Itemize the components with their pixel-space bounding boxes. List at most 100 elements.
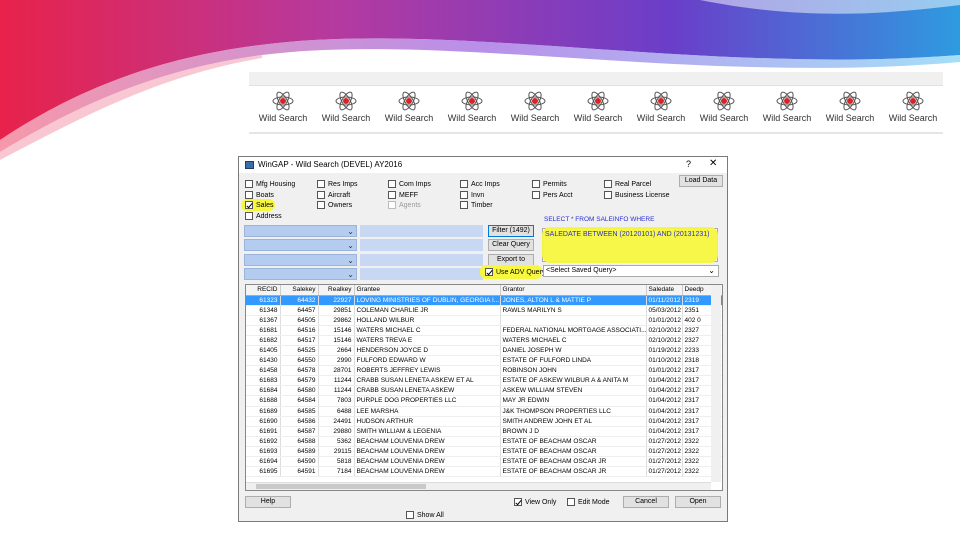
table-row[interactable]: 61694 64590 5818 BEACHAM LOUVENIA DREW ESTAT… [246, 456, 722, 468]
real-parcel-checkbox[interactable]: Real Parcel [604, 179, 651, 189]
close-icon[interactable]: ✕ [709, 158, 717, 169]
value-field-3[interactable] [360, 254, 483, 266]
aircraft-checkbox[interactable]: Aircraft [317, 190, 350, 200]
table-cell: ROBERTS JEFFREY LEWIS [354, 365, 501, 377]
wild-search-button[interactable]: Wild Search [505, 90, 565, 130]
load-data-button[interactable]: Load Data [679, 175, 723, 187]
column-header[interactable]: RECID [246, 285, 281, 296]
field-combo-2[interactable]: ⌄ [244, 239, 357, 251]
results-grid[interactable]: RECID Salekey Realkey Grantee Grantor Saledat… [245, 284, 723, 491]
owners-checkbox[interactable]: Owners [317, 200, 352, 210]
table-cell: 64579 [280, 375, 319, 387]
table-cell: 01/04/2012 [646, 416, 683, 427]
value-field-4[interactable] [360, 268, 483, 280]
saved-query-select[interactable]: <Select Saved Query> ⌄ [543, 265, 719, 277]
table-cell: 28701 [318, 365, 355, 377]
table-row[interactable]: 61367 64505 29862 HOLLAND WILBUR 01/01/2012 4… [246, 315, 722, 326]
table-cell: ESTATE OF ASKEW WILBUR A & ANITA M [500, 375, 647, 387]
wild-search-button[interactable]: Wild Search [694, 90, 754, 130]
table-cell: ASKEW WILLIAM STEVEN [500, 385, 647, 397]
horizontal-scrollbar[interactable] [246, 482, 711, 490]
table-cell: WATERS TREVA E [354, 335, 501, 346]
wild-search-button[interactable]: Wild Search [379, 90, 439, 130]
show-all-checkbox[interactable]: Show All [406, 510, 444, 520]
filter-button[interactable]: Filter (1492) [488, 225, 534, 237]
table-row[interactable]: 61689 64585 6488 LEE MARSHA J&K THOMPSON PRO… [246, 406, 722, 417]
table-cell: 64505 [280, 315, 319, 326]
results-table: RECID Salekey Realkey Grantee Grantor Saledat… [246, 285, 722, 478]
table-cell: 01/04/2012 [646, 395, 683, 407]
permits-checkbox[interactable]: Permits [532, 179, 567, 189]
field-combo-3[interactable]: ⌄ [244, 254, 357, 266]
column-header[interactable]: Grantor [500, 285, 647, 296]
table-row[interactable]: 61683 64579 11244 CRABB SUSAN LENETA ASKEW … [246, 375, 722, 387]
wild-search-button[interactable]: Wild Search [820, 90, 880, 130]
table-row[interactable]: 61688 64584 7803 PURPLE DOG PROPERTIES LLC M… [246, 395, 722, 407]
scroll-thumb[interactable] [256, 484, 426, 489]
acc-imps-checkbox[interactable]: Acc Imps [460, 179, 500, 189]
table-row[interactable]: 61681 64516 15146 WATERS MICHAEL C FEDERAL N… [246, 325, 722, 336]
table-row[interactable]: 61691 64587 29880 SMITH WILLIAM & LEGENIA BR… [246, 426, 722, 437]
table-row[interactable]: 61348 64457 29851 COLEMAN CHARLIE JR RAWLS M… [246, 305, 722, 316]
sales-checkbox[interactable]: Sales [245, 200, 274, 210]
table-row[interactable]: 61695 64591 7184 BEACHAM LOUVENIA DREW ESTAT… [246, 466, 722, 478]
cancel-button[interactable]: Cancel [623, 496, 669, 508]
wild-search-button[interactable]: Wild Search [631, 90, 691, 130]
meff-checkbox[interactable]: MEFF [388, 190, 418, 200]
value-field-2[interactable] [360, 239, 483, 251]
mfg-housing-checkbox[interactable]: Mfg Housing [245, 179, 295, 189]
wild-search-button[interactable]: Wild Search [883, 90, 943, 130]
atom-icon [713, 91, 735, 111]
business-license-checkbox[interactable]: Business License [604, 190, 669, 200]
help-button[interactable]: Help [245, 496, 291, 508]
wild-search-label: Wild Search [699, 113, 749, 123]
table-cell: 29880 [318, 426, 355, 437]
column-header[interactable]: Grantee [354, 285, 501, 296]
field-combo-4[interactable]: ⌄ [244, 268, 357, 280]
table-row[interactable]: 61430 64550 2990 FULFORD EDWARD W ESTATE OF … [246, 355, 722, 367]
invn-checkbox[interactable]: Invn [460, 190, 484, 200]
table-row[interactable]: 61405 64525 2664 HENDERSON JOYCE D DANIEL JO… [246, 345, 722, 357]
wild-search-button[interactable]: Wild Search [442, 90, 502, 130]
open-button[interactable]: Open [675, 496, 721, 508]
table-cell: 64586 [280, 416, 319, 427]
address-checkbox[interactable]: Address [245, 211, 282, 221]
table-row[interactable]: 61692 64588 5362 BEACHAM LOUVENIA DREW ESTAT… [246, 436, 722, 447]
column-header[interactable]: Saledate [646, 285, 683, 296]
column-header[interactable]: Realkey [318, 285, 355, 296]
use-adv-query-checkbox[interactable]: Use ADV Query [485, 267, 545, 277]
agents-checkbox[interactable]: Agents [388, 200, 421, 210]
table-cell: 61683 [246, 375, 281, 387]
view-only-checkbox[interactable]: View Only [514, 497, 556, 507]
wild-search-button[interactable]: Wild Search [757, 90, 817, 130]
table-cell: 5362 [318, 436, 355, 447]
table-cell: 61694 [246, 456, 281, 468]
wild-search-label: Wild Search [825, 113, 875, 123]
table-row[interactable]: 61690 64586 24491 HUDSON ARTHUR SMITH ANDREW… [246, 416, 722, 427]
wild-search-button[interactable]: Wild Search [316, 90, 376, 130]
table-row[interactable]: 61684 64580 11244 CRABB SUSAN LENETA ASKEW A… [246, 385, 722, 397]
clear-query-button[interactable]: Clear Query [488, 239, 534, 251]
vertical-scrollbar[interactable] [711, 285, 721, 482]
wild-search-button[interactable]: Wild Search [253, 90, 313, 130]
help-icon[interactable]: ? [686, 159, 691, 169]
atom-icon [650, 91, 672, 111]
pers-acct-checkbox[interactable]: Pers Acct [532, 190, 573, 200]
table-row[interactable]: 61458 64578 28701 ROBERTS JEFFREY LEWIS ROBI… [246, 365, 722, 377]
value-field-1[interactable] [360, 225, 483, 237]
com-imps-checkbox[interactable]: Com Imps [388, 179, 431, 189]
table-row[interactable]: 61682 64517 15146 WATERS TREVA E WATERS MICH… [246, 335, 722, 346]
edit-mode-checkbox[interactable]: Edit Mode [567, 497, 610, 507]
wild-search-button[interactable]: Wild Search [568, 90, 628, 130]
table-cell: 61430 [246, 355, 281, 367]
res-imps-checkbox[interactable]: Res Imps [317, 179, 358, 189]
column-header[interactable]: Salekey [280, 285, 319, 296]
atom-icon [839, 91, 861, 111]
table-row[interactable]: 61693 64589 29115 BEACHAM LOUVENIA DREW ESTA… [246, 446, 722, 458]
table-cell: ESTATE OF BEACHAM OSCAR JR [500, 456, 647, 468]
timber-checkbox[interactable]: Timber [460, 200, 493, 210]
boats-checkbox[interactable]: Boats [245, 190, 274, 200]
table-row[interactable]: 61323 64432 22927 LOVING MINISTRIES OF DUBL… [246, 295, 722, 306]
field-combo-1[interactable]: ⌄ [244, 225, 357, 237]
table-cell: HOLLAND WILBUR [354, 315, 501, 326]
